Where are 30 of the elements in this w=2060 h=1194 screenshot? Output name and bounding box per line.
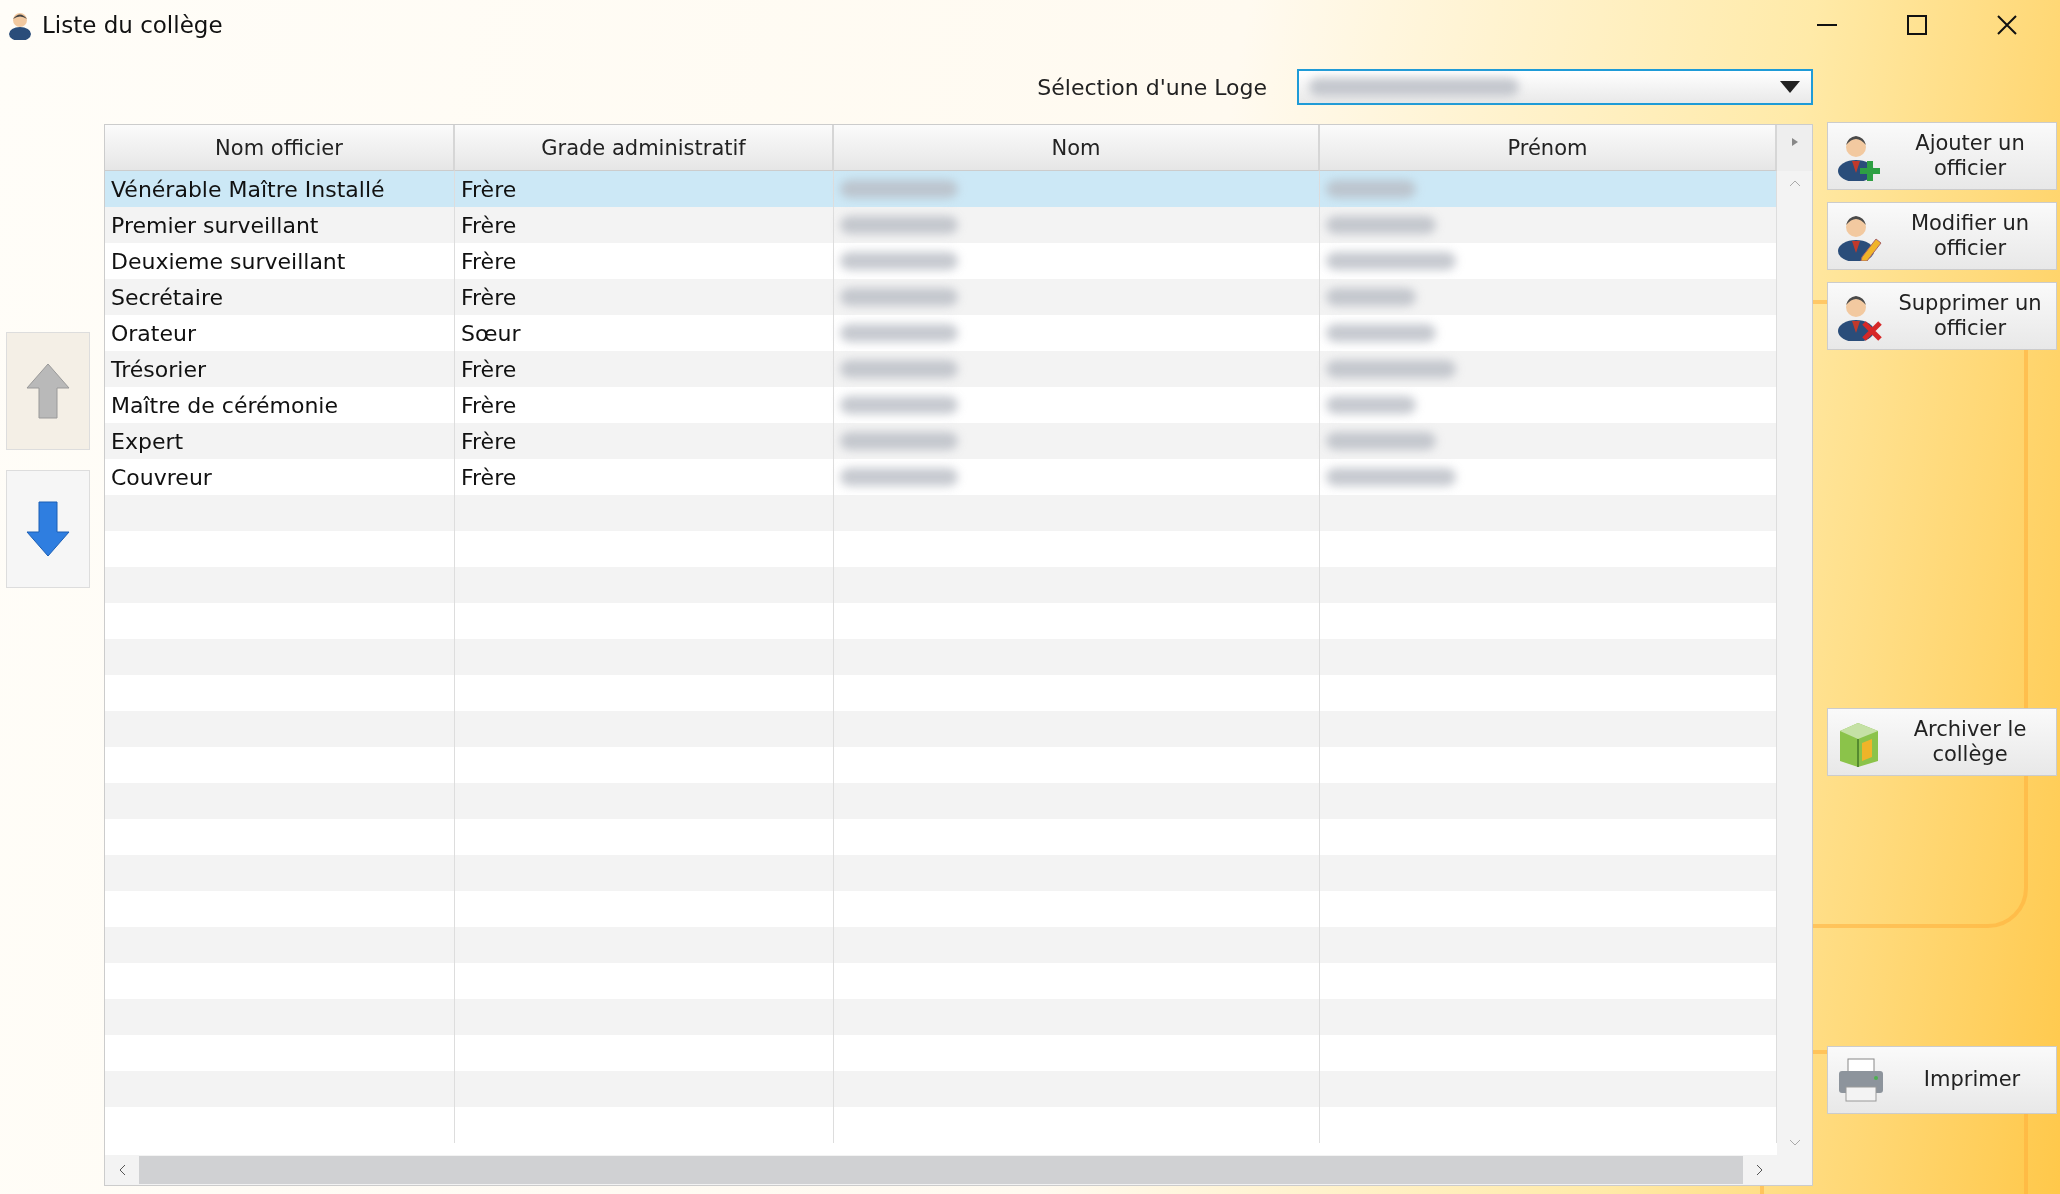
scroll-down-icon[interactable] [1788, 1139, 1801, 1147]
print-button[interactable]: Imprimer [1827, 1046, 2057, 1114]
minimize-icon [1816, 24, 1838, 26]
column-header[interactable]: Nom officier [105, 125, 455, 171]
table-row[interactable]: Expert Frère [105, 423, 1777, 459]
loge-dropdown[interactable] [1297, 69, 1813, 105]
printer-icon [1836, 1057, 1886, 1103]
close-icon [1996, 14, 2018, 36]
scroll-right-icon [1790, 137, 1799, 147]
edit-button[interactable]: Modifier un officier [1827, 202, 2057, 270]
add-button[interactable]: Ajouter un officier [1827, 122, 2057, 190]
table-row[interactable]: Vénérable Maître Installé Frère [105, 171, 1777, 207]
column-header[interactable]: Nom [834, 125, 1320, 171]
column-header[interactable]: Grade administratif [455, 125, 834, 171]
scroll-up-icon[interactable] [1788, 179, 1801, 187]
scrollbar-thumb[interactable] [139, 1156, 1743, 1184]
chevron-right-icon [1756, 1164, 1764, 1176]
table-row[interactable]: Trésorier Frère [105, 351, 1777, 387]
app-user-icon [8, 10, 32, 40]
loge-label: Sélection d'une Loge [1037, 74, 1267, 100]
table-row[interactable]: Premier surveillant Frère [105, 207, 1777, 243]
table-row[interactable]: Secrétaire Frère [105, 279, 1777, 315]
maximize-icon [1906, 14, 1928, 36]
window-title: Liste du collège [42, 12, 223, 38]
dropdown-caret-icon [1779, 80, 1801, 94]
chevron-left-icon [118, 1164, 126, 1176]
archive-button[interactable]: Archiver le collège [1827, 708, 2057, 776]
delete-button[interactable]: Supprimer un officier [1827, 282, 2057, 350]
column-header[interactable]: Prénom [1320, 125, 1777, 171]
move-down-button[interactable] [6, 470, 90, 588]
